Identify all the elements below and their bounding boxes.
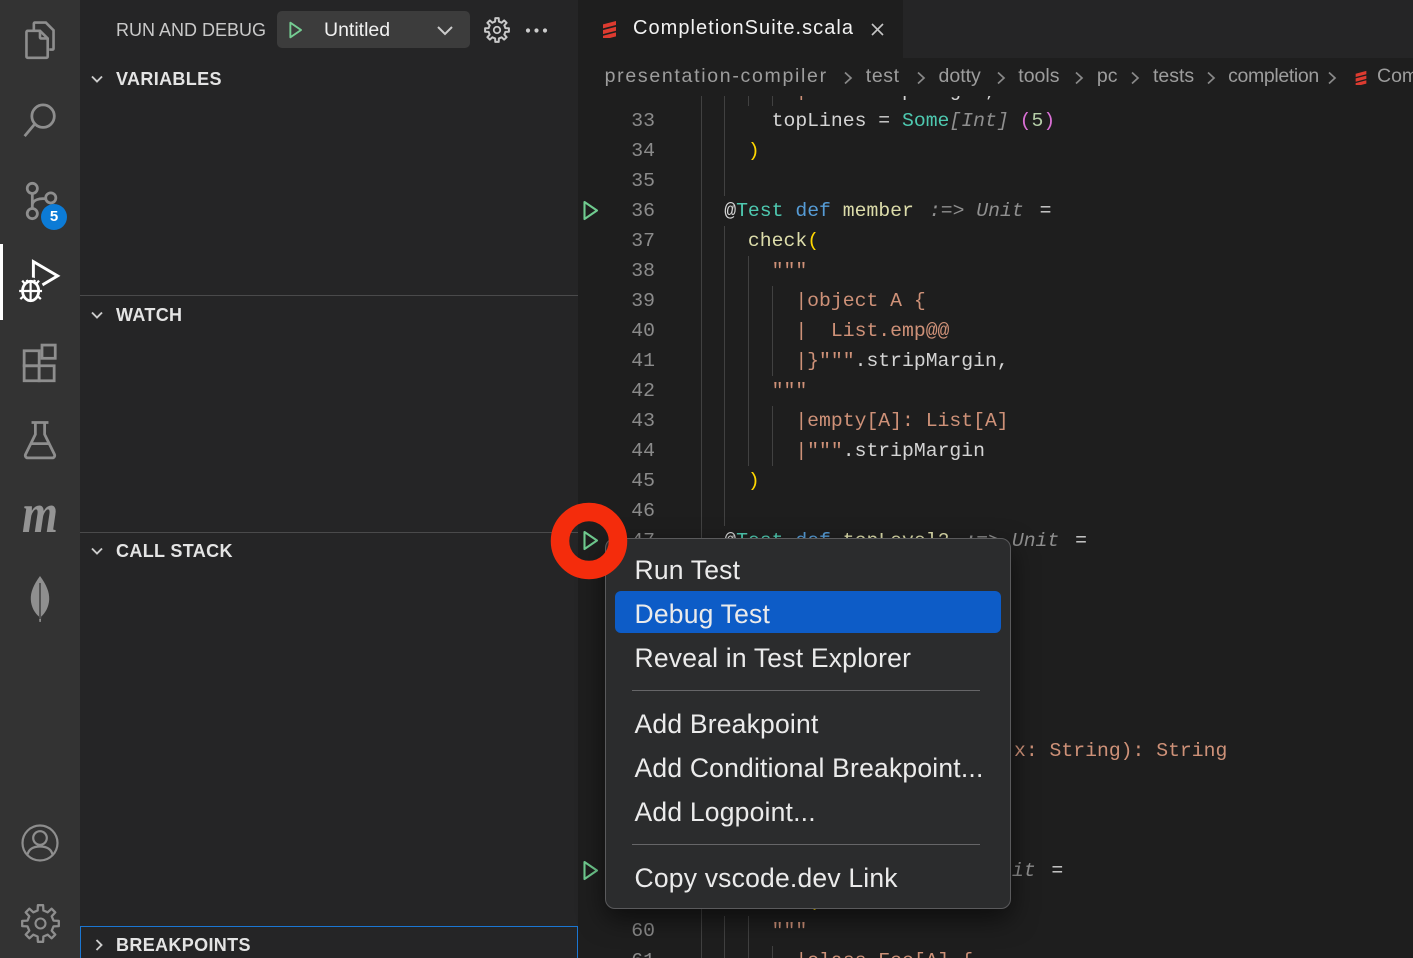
svg-text:m: m — [22, 502, 58, 534]
